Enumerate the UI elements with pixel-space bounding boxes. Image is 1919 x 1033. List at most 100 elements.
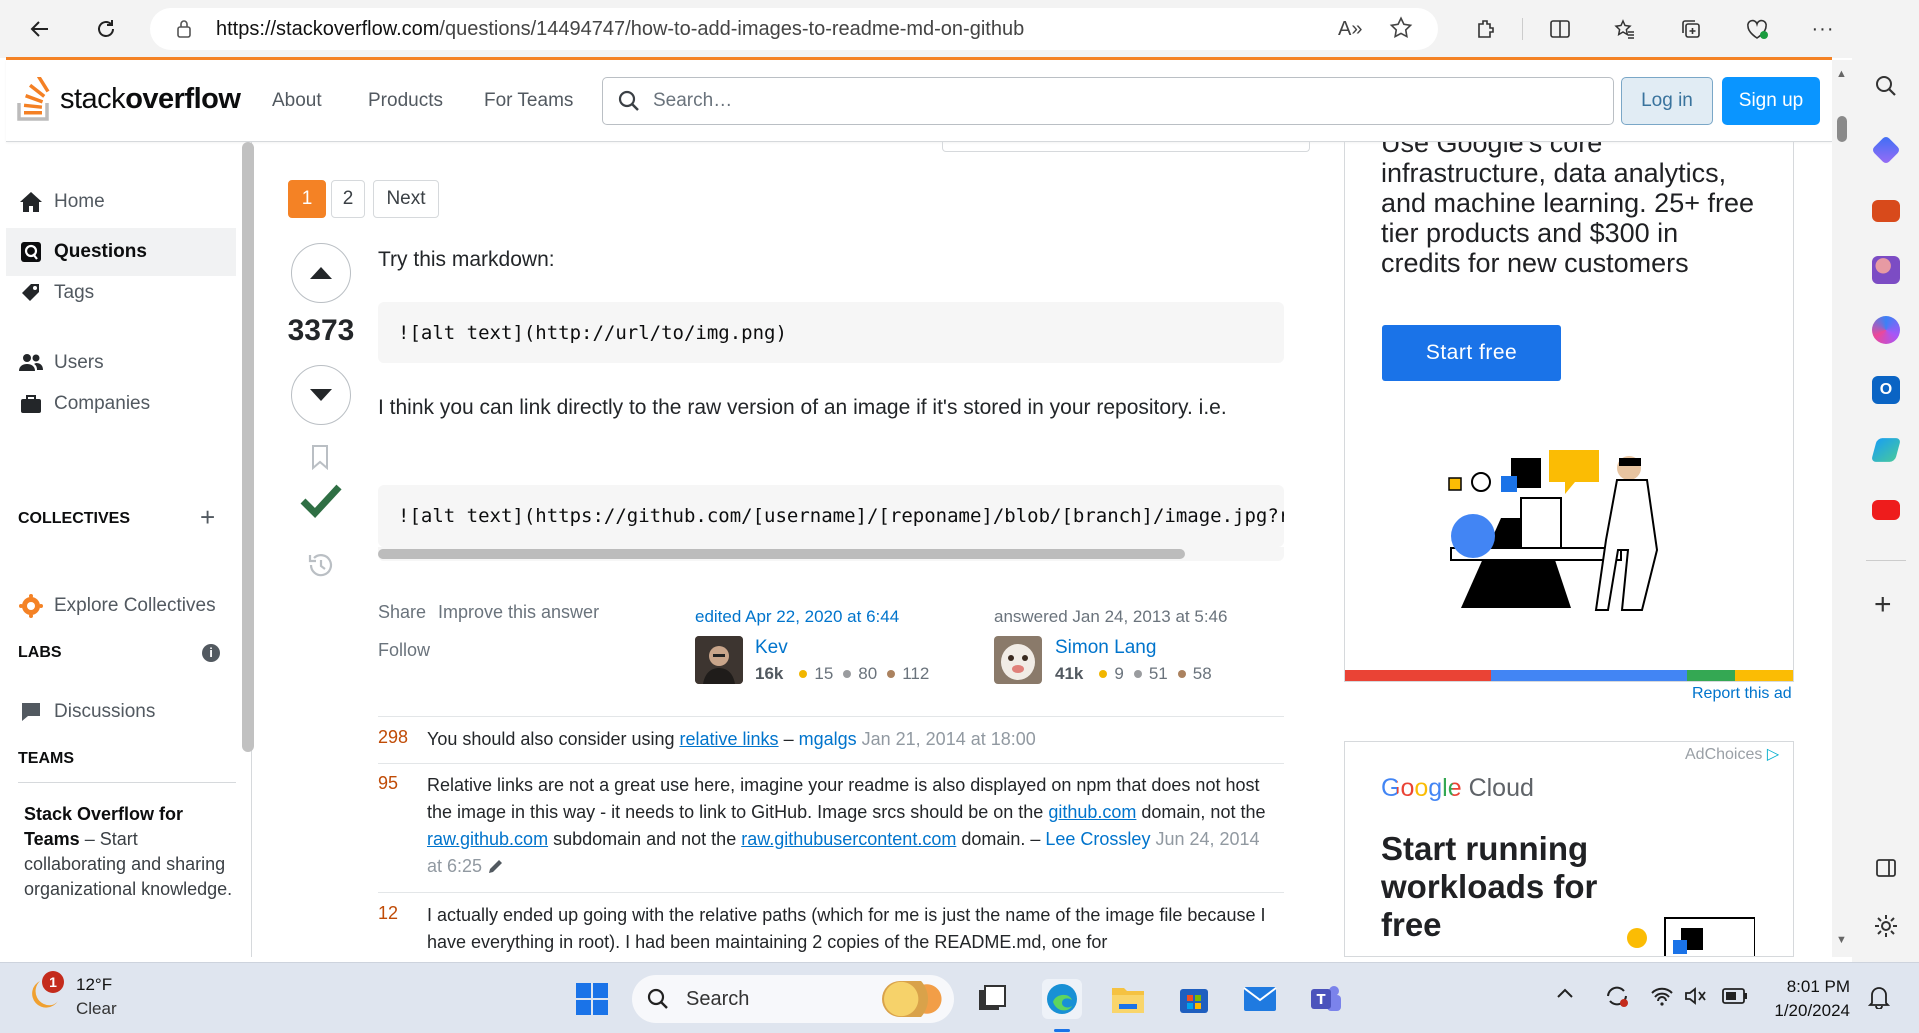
ad-illustration-2 — [1627, 917, 1755, 956]
report-ad-link[interactable]: Report this ad — [1692, 685, 1792, 703]
silver-badge-icon — [1133, 670, 1142, 678]
shopping-tag-icon[interactable] — [1871, 135, 1901, 165]
youtube-icon[interactable] — [1872, 500, 1900, 520]
google-cloud-ad-2[interactable]: AdChoices ▷ Google Cloud Start running w… — [1344, 741, 1794, 957]
history-icon[interactable] — [306, 552, 334, 583]
info-icon[interactable]: i — [202, 644, 220, 662]
improve-answer-link[interactable]: Improve this answer — [438, 602, 599, 623]
pager-next[interactable]: Next — [373, 180, 439, 218]
microsoft-store-icon[interactable] — [1174, 979, 1214, 1019]
search-input[interactable]: Search… — [602, 77, 1614, 125]
code-block-1: ![alt text](http://url/to/img.png) — [378, 302, 1284, 363]
lock-icon[interactable] — [176, 19, 194, 39]
hide-sidebar-icon[interactable] — [1874, 856, 1898, 885]
cloud-wordmark: Cloud — [1461, 774, 1534, 802]
address-bar[interactable]: https://stackoverflow.com/questions/1449… — [150, 8, 1438, 50]
raw-github-link[interactable]: raw.github.com — [427, 829, 548, 849]
follow-link[interactable]: Follow — [378, 640, 430, 661]
comment-score: 95 — [378, 773, 399, 793]
sidebar-item-discussions[interactable]: Discussions — [6, 688, 236, 736]
stackoverflow-logo[interactable]: stackoverflow — [16, 74, 241, 124]
nav-products[interactable]: Products — [368, 90, 443, 112]
gold-badge-icon — [799, 670, 808, 678]
github-com-link[interactable]: github.com — [1048, 802, 1136, 822]
teams-icon[interactable]: T — [1306, 979, 1346, 1019]
nav-about[interactable]: About — [272, 90, 322, 112]
upvote-button[interactable] — [291, 243, 351, 303]
code-scroll-thumb[interactable] — [378, 549, 1185, 559]
sidebar-item-home[interactable]: Home — [6, 178, 236, 226]
drop-send-icon[interactable] — [1870, 438, 1902, 462]
settings-gear-icon[interactable] — [1874, 914, 1898, 943]
clock[interactable]: 8:01 PM 1/20/2024 — [1766, 975, 1850, 1023]
windows-start-icon[interactable] — [572, 979, 612, 1019]
comment-author[interactable]: Lee Crossley — [1045, 829, 1150, 849]
pager-page-1[interactable]: 1 — [288, 180, 326, 218]
battery-icon[interactable] — [1722, 987, 1748, 1010]
page-scroll-thumb[interactable] — [1837, 116, 1847, 142]
pager-page-2[interactable]: 2 — [331, 180, 365, 218]
edge-taskbar-icon[interactable] — [1042, 979, 1082, 1019]
copilot-sidebar-icon[interactable] — [1872, 316, 1900, 344]
more-menu-icon[interactable]: ··· — [1803, 9, 1843, 49]
taskbar-search[interactable]: Search — [632, 975, 954, 1023]
bookmark-icon[interactable] — [308, 444, 332, 475]
read-aloud-icon[interactable]: A» — [1338, 18, 1362, 41]
comment-text: domain. – — [956, 829, 1046, 849]
editor-avatar[interactable] — [695, 636, 743, 684]
teams-promo[interactable]: Stack Overflow for Teams – Start collabo… — [24, 802, 234, 902]
edited-time-link[interactable]: edited Apr 22, 2020 at 6:44 — [695, 607, 899, 627]
start-free-button[interactable]: Start free — [1382, 325, 1561, 381]
editor-name[interactable]: Kev — [755, 637, 788, 659]
collections-icon[interactable] — [1671, 9, 1711, 49]
signup-button[interactable]: Sign up — [1722, 77, 1820, 125]
show-hidden-icons-chevron[interactable] — [1556, 985, 1574, 1008]
sidebar-item-explore-collectives[interactable]: Explore Collectives — [6, 582, 236, 630]
page-scrollbar[interactable]: ▲ ▼ — [1832, 60, 1852, 957]
back-icon[interactable] — [20, 9, 60, 49]
adchoices-text: AdChoices — [1685, 746, 1763, 763]
adchoices-label[interactable]: AdChoices ▷ — [1685, 744, 1779, 764]
wifi-icon[interactable] — [1650, 985, 1674, 1012]
comment-score: 298 — [378, 727, 409, 747]
volume-muted-icon[interactable] — [1684, 985, 1708, 1012]
favorite-star-icon[interactable] — [1388, 15, 1414, 46]
sync-icon[interactable] — [1604, 983, 1630, 1014]
split-screen-icon[interactable] — [1540, 9, 1580, 49]
scroll-up-icon[interactable]: ▲ — [1836, 68, 1847, 80]
favorites-icon[interactable] — [1605, 9, 1645, 49]
author-name[interactable]: Simon Lang — [1055, 637, 1156, 659]
task-view-icon[interactable] — [972, 979, 1012, 1019]
downvote-button[interactable] — [291, 365, 351, 425]
author-avatar[interactable] — [994, 636, 1042, 684]
comment-author[interactable]: mgalgs — [799, 729, 857, 749]
google-cloud-ad[interactable]: Use Google's core infrastructure, data a… — [1344, 142, 1794, 682]
taskbar-search-label: Search — [686, 987, 750, 1010]
tools-briefcase-icon[interactable] — [1872, 200, 1900, 222]
left-sidebar: Home Questions Tags Users Companies COLL… — [6, 142, 254, 957]
raw-githubusercontent-link[interactable]: raw.githubusercontent.com — [741, 829, 956, 849]
weather-widget[interactable]: 1 12°F Clear — [26, 971, 117, 1018]
author-gold-count: 9 — [1114, 664, 1124, 683]
sidebar-scrollbar[interactable] — [242, 142, 254, 752]
add-collective-icon[interactable]: + — [200, 502, 215, 533]
file-explorer-icon[interactable] — [1108, 979, 1148, 1019]
refresh-icon[interactable] — [86, 9, 126, 49]
share-link[interactable]: Share — [378, 602, 426, 623]
scroll-down-icon[interactable]: ▼ — [1836, 934, 1847, 946]
extensions-icon[interactable] — [1466, 9, 1506, 49]
nav-for-teams[interactable]: For Teams — [484, 90, 573, 112]
login-button[interactable]: Log in — [1621, 77, 1713, 125]
outlook-icon[interactable]: O — [1872, 376, 1900, 404]
sidebar-search-icon[interactable] — [1874, 74, 1898, 103]
answered-time: answered Jan 24, 2013 at 5:46 — [994, 607, 1228, 626]
sidebar-item-tags[interactable]: Tags — [6, 269, 236, 317]
mail-icon[interactable] — [1240, 979, 1280, 1019]
relative-links-link[interactable]: relative links — [680, 729, 779, 749]
notifications-bell-icon[interactable] — [1867, 985, 1891, 1014]
sidebar-item-companies[interactable]: Companies — [6, 380, 236, 428]
games-icon[interactable] — [1872, 256, 1900, 284]
add-sidebar-app-icon[interactable]: + — [1874, 588, 1892, 622]
comment-text: I actually ended up going with the relat… — [427, 905, 1266, 952]
browser-essentials-icon[interactable] — [1737, 9, 1777, 49]
